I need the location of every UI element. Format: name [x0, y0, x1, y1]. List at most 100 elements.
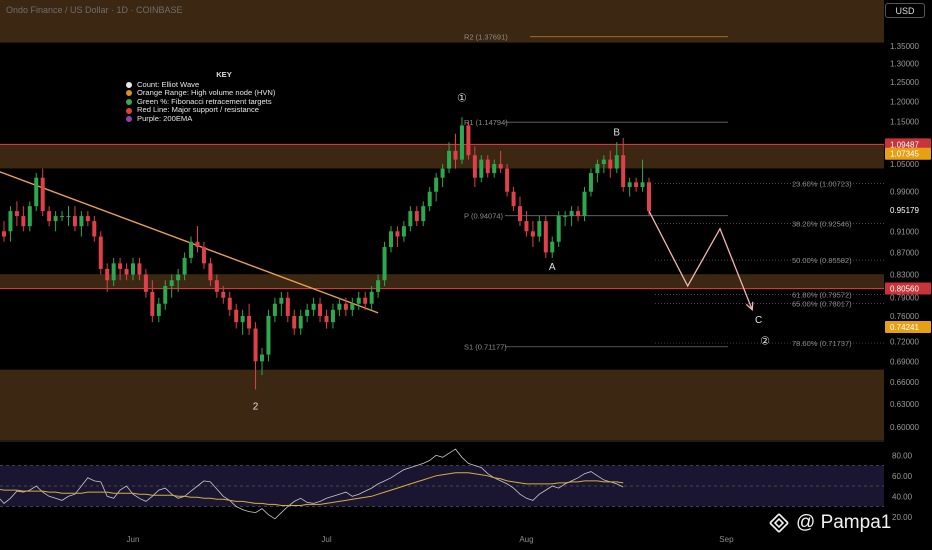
candle-body [34, 177, 39, 207]
price-tick-label: 0.91000 [890, 227, 919, 236]
candle-body [601, 159, 606, 165]
candle-body [131, 263, 135, 275]
candle-body [363, 297, 368, 304]
candle-body [311, 303, 316, 310]
time-axis: Jun Jul Aug Sep [127, 535, 735, 544]
hvn-zone [0, 144, 884, 169]
watermark: @ Pampa1 [768, 512, 891, 534]
candle-body [447, 150, 452, 169]
candle-body [60, 216, 65, 218]
candle-body [588, 173, 593, 192]
time-tick-label: Jun [127, 535, 140, 544]
price-tick-label: 0.87000 [890, 248, 919, 257]
price-tick-label: 0.63000 [890, 400, 919, 409]
candle-body [292, 315, 297, 329]
candle-body [614, 155, 619, 169]
candle-body [401, 226, 406, 237]
candle-body [208, 263, 213, 281]
binance-logo-icon [769, 513, 789, 533]
candle-body [47, 211, 52, 222]
time-tick-label: Aug [519, 535, 533, 544]
candle-body [40, 177, 45, 212]
candle-body [240, 315, 245, 323]
watermark-text: @ Pampa1 [796, 512, 892, 533]
price-tick-label: 0.76000 [890, 312, 919, 321]
wave-label: C [755, 315, 762, 326]
candle-body [66, 216, 71, 218]
candle-body [53, 216, 58, 222]
candle-body [356, 297, 361, 304]
candle-body [21, 216, 26, 227]
candle-body [537, 221, 542, 237]
key-dot-icon [126, 116, 132, 123]
candle-body [498, 164, 503, 169]
candle-body [595, 164, 600, 174]
candle-body [189, 241, 194, 258]
pivot-label: R1 (1.14794) [464, 118, 508, 127]
candle-body [72, 216, 77, 227]
candle-body [511, 191, 516, 207]
price-tick-label: 1.15000 [890, 117, 919, 126]
candle-body [182, 257, 187, 275]
pivot-label: P (0.94074) [464, 212, 504, 221]
candle-body [324, 315, 329, 323]
rsi-tick-label: 80.00 [892, 451, 913, 460]
candle-body [79, 216, 84, 227]
candle-body [479, 159, 484, 178]
price-badge-label: 0.80560 [890, 285, 919, 294]
candle-body [176, 274, 181, 281]
candle-body [227, 297, 232, 310]
fib-label: 50.00% (0.85582) [792, 256, 852, 265]
candle-body [118, 263, 123, 269]
candle-body [260, 354, 264, 362]
key-dot-icon [126, 99, 132, 106]
candle-body [427, 191, 432, 207]
wave-label: ② [760, 336, 770, 348]
candle-body [247, 315, 252, 329]
candle-body [453, 150, 458, 160]
wave-label: A [549, 262, 556, 273]
candle-body [201, 247, 206, 264]
candle-body [518, 206, 522, 222]
candle-body [124, 268, 129, 275]
candle-body [14, 211, 19, 217]
candle-body [350, 303, 355, 310]
candle-body [408, 211, 413, 227]
hvn-zones [0, 0, 884, 440]
candle-body [105, 268, 110, 281]
candle-body [376, 280, 381, 292]
candle-body [150, 291, 155, 316]
candle-body [524, 221, 529, 232]
candle-body [621, 155, 626, 187]
candle-body [369, 291, 374, 304]
key-title: KEY [216, 70, 232, 79]
candle-body [85, 216, 90, 222]
candle-body [582, 191, 587, 217]
candle-body [143, 274, 148, 292]
legend-key: KEY Count: Elliot Wave Orange Range: High… [126, 70, 322, 124]
candle-body [440, 168, 445, 178]
candle-body [337, 303, 342, 310]
key-dot-icon [126, 81, 132, 88]
candle-body [530, 231, 535, 237]
rsi-tick-label: 60.00 [892, 472, 913, 481]
candle-body [634, 182, 639, 187]
candle-body [156, 303, 161, 316]
fib-label: 61.80% (0.79572) [792, 290, 852, 299]
price-tick-label: 0.79000 [890, 294, 919, 303]
rsi-tick-label: 20.00 [892, 513, 913, 522]
candle-body [459, 125, 464, 160]
price-tick-label: 0.99000 [890, 188, 919, 197]
candle-body [111, 263, 116, 281]
candle-body [492, 164, 497, 174]
candle-body [576, 211, 581, 217]
chart-title: Ondo Finance / US Dollar · 1D · COINBASE [6, 5, 183, 15]
candle-body [556, 216, 561, 242]
candle-body [343, 303, 348, 310]
candle-body [221, 291, 226, 298]
candle-body [27, 206, 32, 227]
candle-body [608, 159, 613, 169]
currency-button[interactable]: USD [885, 3, 925, 18]
wave-label: ① [457, 93, 467, 105]
fib-label: 38.20% (0.92546) [792, 219, 852, 228]
